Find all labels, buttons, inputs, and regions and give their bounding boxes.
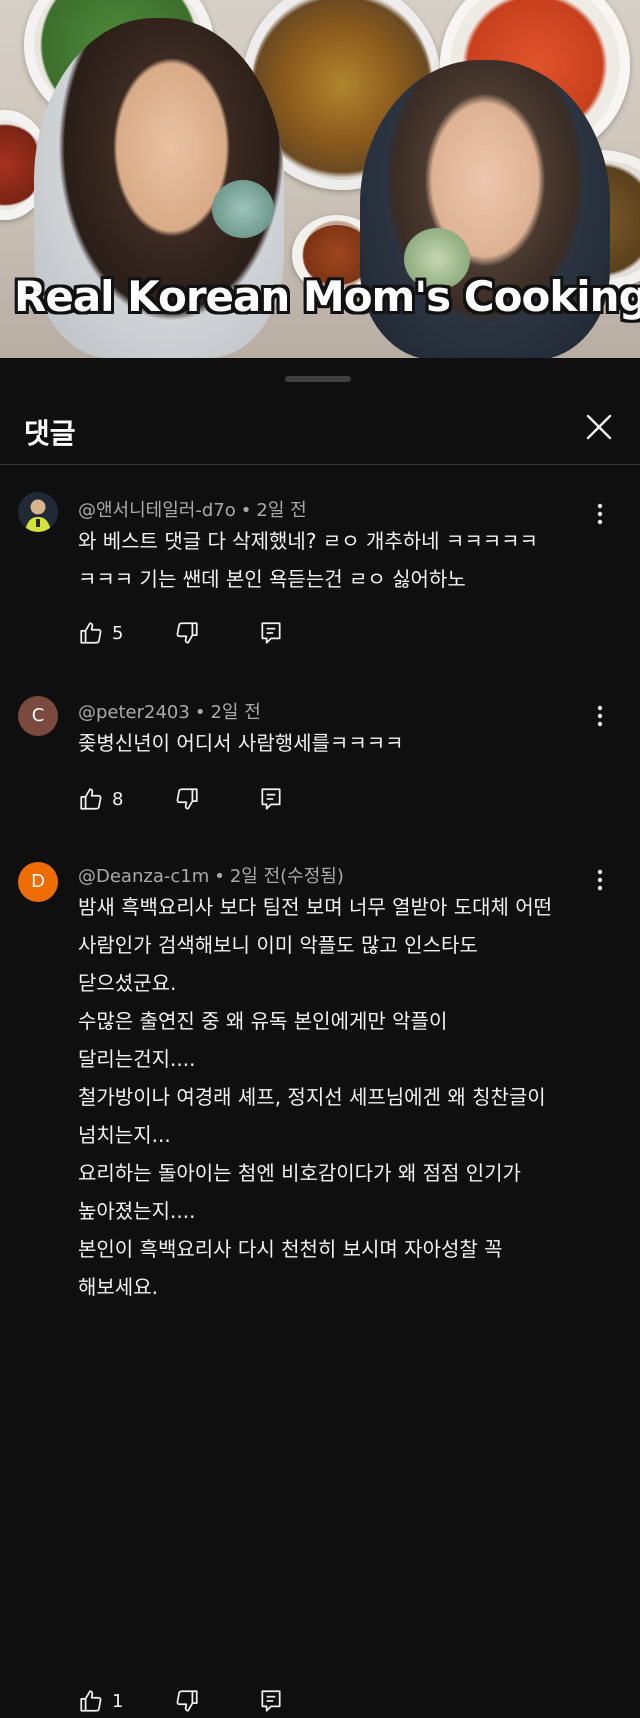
comment-line: 해보세요. [78,1275,158,1299]
comment-actions: 1 [78,1686,378,1716]
like-count: 8 [112,788,124,810]
comment-line: 사람인가 검색해보니 이미 악플도 많고 인스타도 [78,933,478,957]
comment-age: 2일 전 [256,500,307,521]
comment-line: 높아졌는지.... [78,1199,196,1223]
comment-line: 철가방이나 여경래 셰프, 정지선 세프님에겐 왜 칭찬글이 [78,1085,546,1109]
avatar[interactable] [18,492,58,532]
comment-line: 본인이 흑백요리사 다시 천천히 보시며 자아성찰 꼭 [78,1237,503,1261]
reply-button[interactable] [258,620,284,650]
header-divider [0,464,640,465]
comment-line: 와 베스트 댓글 다 삭제했네? ㄹㅇ 개추하네 ㅋㅋㅋㅋㅋ [78,529,538,553]
comment-actions: 8 [78,784,378,814]
dislike-button[interactable] [174,1688,200,1718]
thumbs-up-icon [80,788,102,810]
comment-line: 넘치는지... [78,1123,171,1147]
video-player[interactable]: Real Korean Mom's Cooking [0,0,640,358]
comment-author[interactable]: @Deanza-c1m [78,866,209,887]
comment-text: 와 베스트 댓글 다 삭제했네? ㄹㅇ 개추하네 ㅋㅋㅋㅋㅋ ㅋㅋㅋ 기는 쌘데… [78,522,598,598]
comment-author[interactable]: @앤서니테일러-d7o [78,500,236,521]
comment-line: 달리는건지.... [78,1047,196,1071]
dislike-button[interactable] [174,786,200,816]
reply-icon [261,1690,281,1712]
like-button[interactable]: 5 [78,618,123,648]
reply-button[interactable] [258,1688,284,1718]
comments-sheet: 댓글 @앤서니테일러-d7o • 2일 전 와 베스트 댓글 다 삭제했네? ㄹ… [0,364,640,1712]
comments-title: 댓글 [24,417,76,450]
comment-line: 닫으셨군요. [78,971,177,995]
dislike-button[interactable] [174,620,200,650]
comment-meta: @Deanza-c1m • 2일 전(수정됨) [78,866,344,887]
avatar-person-icon [18,492,58,532]
like-count: 1 [112,1690,124,1712]
like-button[interactable]: 1 [78,1686,123,1716]
thumbs-up-icon [80,622,102,644]
comment-text: 밤새 흑백요리사 보다 팀전 보며 너무 열받아 도대체 어떤 사람인가 검색해… [78,888,598,1306]
reply-icon [261,622,281,644]
drag-handle[interactable] [285,376,351,382]
comment-meta: @앤서니테일러-d7o • 2일 전 [78,500,307,521]
like-button[interactable]: 8 [78,784,123,814]
video-title-overlay: Real Korean Mom's Cooking [14,272,640,321]
comment-actions: 5 [78,618,378,648]
comment-line: 요리하는 돌아이는 첨엔 비호감이다가 왜 점점 인기가 [78,1161,521,1185]
close-button[interactable] [578,406,620,448]
comment-text: 좆병신년이 어디서 사람행세를ㅋㅋㅋㅋ [78,724,598,762]
comment-meta: @peter2403 • 2일 전 [78,702,261,723]
reply-icon [261,788,281,810]
teacup-left [212,180,274,238]
avatar[interactable]: C [18,696,58,736]
comment-line: 수많은 출연진 중 왜 유독 본인에게만 악플이 [78,1009,448,1033]
thumbs-up-icon [80,1690,102,1712]
avatar[interactable]: D [18,862,58,902]
reply-button[interactable] [258,786,284,816]
thumbs-down-icon [176,788,198,810]
close-icon [586,414,612,440]
comment-age: 2일 전 [210,702,261,723]
thumbs-down-icon [176,1690,198,1712]
comment-author[interactable]: @peter2403 [78,702,190,723]
comment-line: ㅋㅋㅋ 기는 쌘데 본인 욕듣는건 ㄹㅇ 싫어하노 [78,567,466,591]
comment-age: 2일 전(수정됨) [229,866,344,887]
comment-line: 좆병신년이 어디서 사람행세를ㅋㅋㅋㅋ [78,731,404,755]
thumbs-down-icon [176,622,198,644]
comments-header: 댓글 [0,392,640,464]
like-count: 5 [112,622,124,644]
comment-line: 밤새 흑백요리사 보다 팀전 보며 너무 열받아 도대체 어떤 [78,895,553,919]
